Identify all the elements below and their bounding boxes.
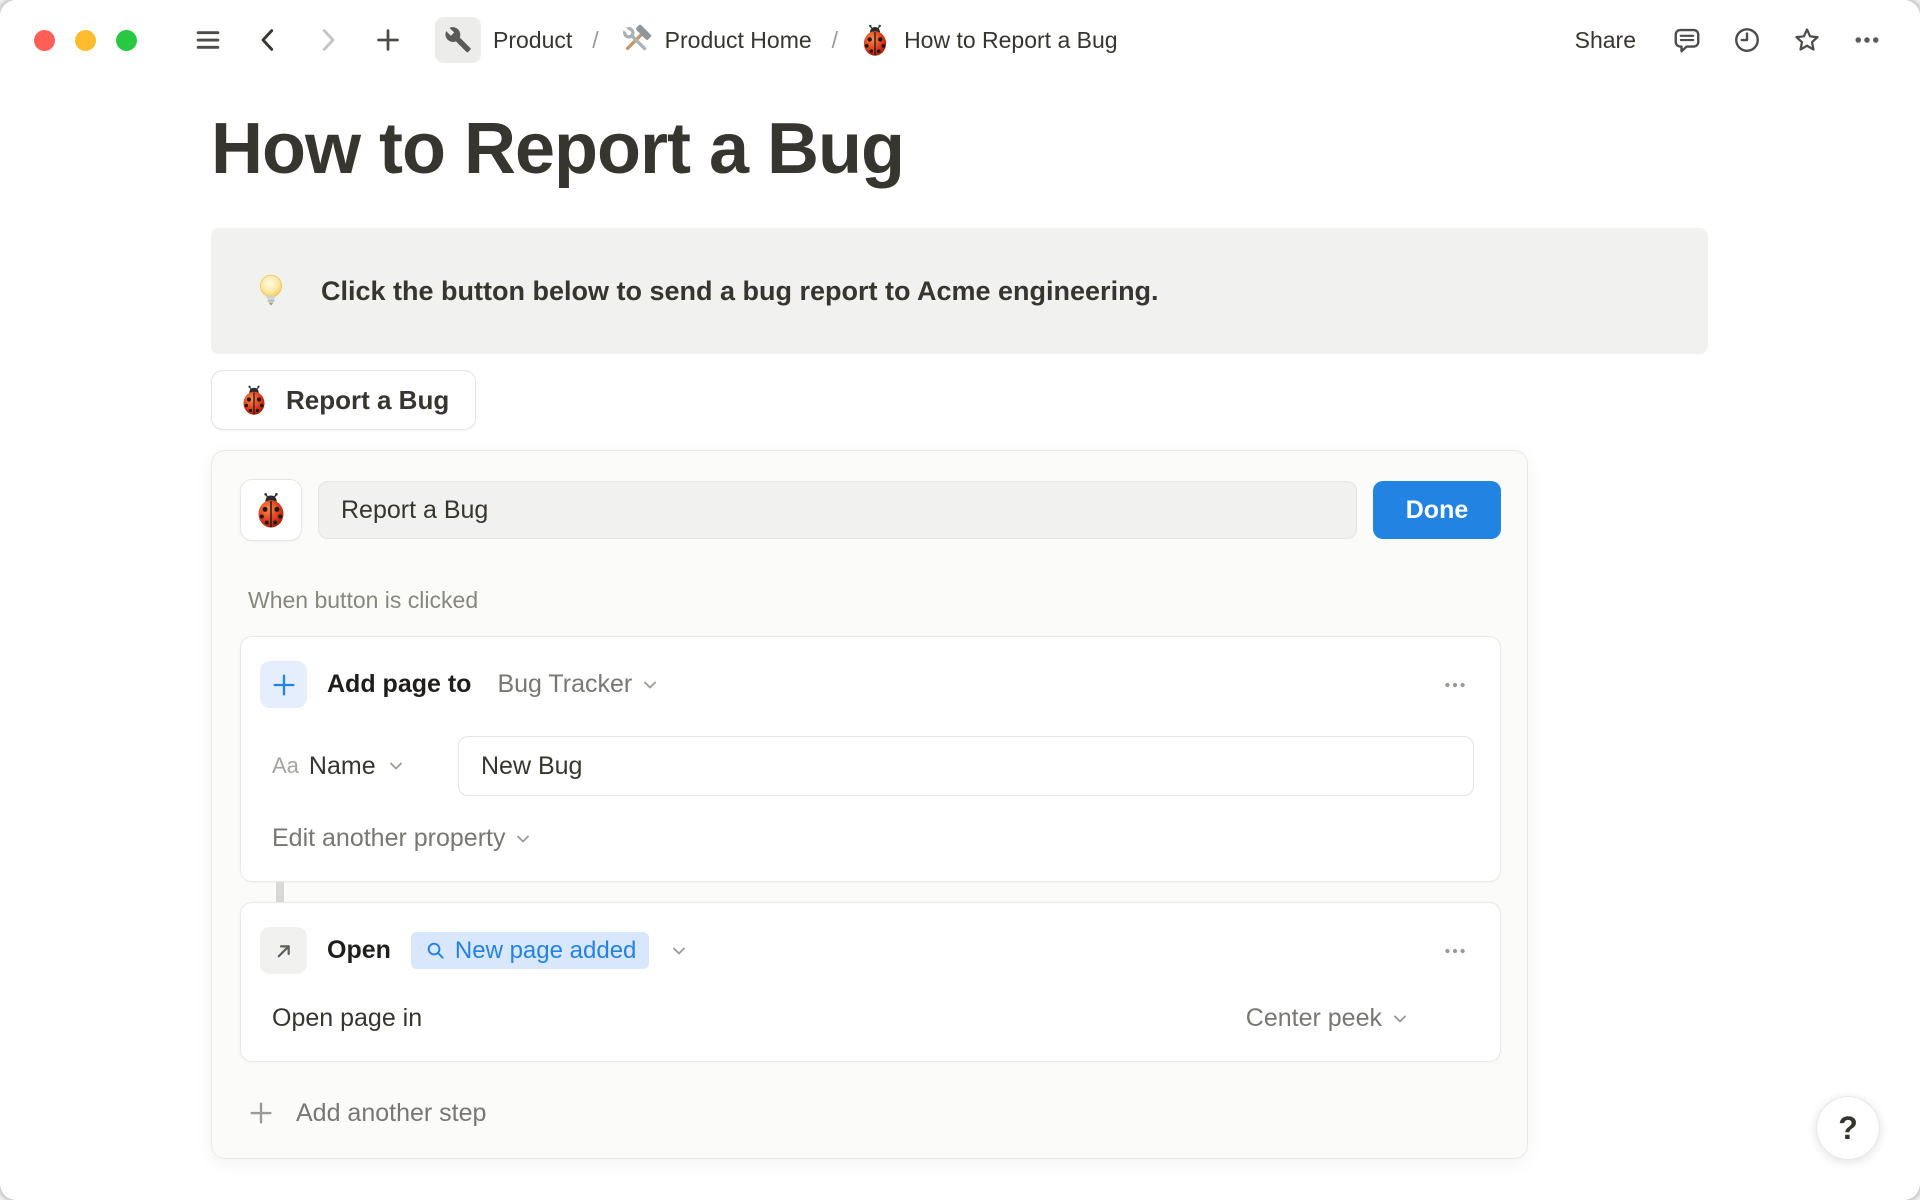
wrench-icon bbox=[435, 17, 481, 63]
breadcrumb-label: Product bbox=[493, 26, 573, 53]
edit-another-property-button[interactable]: Edit another property bbox=[260, 824, 533, 853]
history-button[interactable] bbox=[1724, 17, 1770, 63]
add-another-step-label: Add another step bbox=[296, 1098, 487, 1127]
plus-icon bbox=[250, 1102, 272, 1124]
open-page-in-row: Open page in Center peek bbox=[260, 1004, 1474, 1033]
open-mode-selector[interactable]: Center peek bbox=[1246, 1004, 1410, 1033]
ladybug-icon bbox=[252, 491, 290, 529]
ladybug-icon bbox=[238, 384, 270, 416]
more-options-button[interactable] bbox=[1844, 17, 1890, 63]
favorite-button[interactable] bbox=[1784, 17, 1830, 63]
breadcrumb: Product / Product Home / How to Report a… bbox=[427, 13, 1126, 67]
back-button[interactable] bbox=[245, 17, 291, 63]
breadcrumb-item-how-to-report-a-bug[interactable]: How to Report a Bug bbox=[850, 19, 1126, 61]
share-button[interactable]: Share bbox=[1561, 19, 1650, 62]
ellipsis-icon bbox=[1442, 938, 1468, 964]
hammer-wrench-icon bbox=[619, 23, 653, 57]
property-selector[interactable]: Aa Name bbox=[260, 752, 458, 781]
ladybug-icon bbox=[858, 23, 892, 57]
property-row: Aa Name bbox=[260, 736, 1474, 796]
document-body: How to Report a Bug Click the button bel… bbox=[0, 108, 1920, 1159]
chevron-down-icon[interactable] bbox=[669, 941, 689, 961]
add-another-step-button[interactable]: Add another step bbox=[240, 1098, 486, 1128]
button-icon-picker[interactable] bbox=[240, 479, 302, 541]
breadcrumb-item-product-home[interactable]: Product Home bbox=[611, 19, 820, 61]
property-value-input[interactable] bbox=[458, 736, 1474, 796]
breadcrumb-label: How to Report a Bug bbox=[904, 26, 1118, 53]
breadcrumb-separator: / bbox=[592, 26, 599, 53]
step-title: Add page to bbox=[327, 670, 472, 698]
open-mode-value: Center peek bbox=[1245, 1004, 1382, 1032]
step-more-button[interactable] bbox=[1436, 934, 1474, 968]
zoom-window-button[interactable] bbox=[116, 29, 137, 51]
star-icon bbox=[1795, 28, 1819, 51]
chevron-down-icon bbox=[386, 756, 406, 776]
page-title: How to Report a Bug bbox=[211, 109, 905, 189]
chevron-right-icon bbox=[322, 29, 335, 51]
hamburger-icon bbox=[196, 31, 220, 49]
new-page-button[interactable] bbox=[365, 17, 411, 63]
edit-another-property-label: Edit another property bbox=[272, 824, 506, 852]
arrow-up-right-icon bbox=[277, 944, 290, 957]
callout-text: Click the button below to send a bug rep… bbox=[321, 275, 1159, 306]
search-icon bbox=[427, 942, 444, 959]
open-target-chip-label: New page added bbox=[454, 936, 637, 964]
clock-icon bbox=[1735, 28, 1759, 52]
chevron-left-icon bbox=[261, 29, 274, 51]
breadcrumb-item-product[interactable]: Product bbox=[427, 13, 580, 67]
chevron-down-icon bbox=[513, 829, 533, 849]
step-connector bbox=[276, 882, 284, 902]
sidebar-menu-button[interactable] bbox=[185, 17, 231, 63]
chevron-down-icon bbox=[1390, 1009, 1410, 1029]
step-card-open-page: Open New page added Open page in Center … bbox=[240, 902, 1501, 1062]
open-target-chip[interactable]: New page added bbox=[410, 932, 650, 969]
top-bar: Product / Product Home / How to Report a… bbox=[0, 0, 1920, 80]
lightbulb-icon bbox=[251, 271, 291, 311]
forward-button[interactable] bbox=[305, 17, 351, 63]
open-page-step-badge bbox=[260, 927, 307, 974]
target-database-label: Bug Tracker bbox=[497, 670, 633, 698]
comments-button[interactable] bbox=[1664, 17, 1710, 63]
chevron-down-icon bbox=[640, 675, 660, 695]
done-button[interactable]: Done bbox=[1373, 481, 1501, 539]
target-database-selector[interactable]: Bug Tracker bbox=[491, 666, 666, 703]
plus-icon bbox=[377, 29, 399, 51]
add-page-step-badge bbox=[260, 661, 307, 708]
ellipsis-icon bbox=[1442, 672, 1468, 698]
ellipsis-icon bbox=[1855, 37, 1879, 43]
text-property-type-icon: Aa bbox=[272, 753, 299, 778]
property-name: Name bbox=[308, 751, 376, 780]
app-window: Product / Product Home / How to Report a… bbox=[0, 0, 1920, 1200]
window-controls bbox=[34, 29, 137, 51]
plus-icon bbox=[273, 674, 294, 695]
step-title: Open bbox=[327, 936, 391, 964]
comment-icon bbox=[1674, 28, 1700, 53]
step-more-button[interactable] bbox=[1436, 668, 1474, 702]
open-page-in-label: Open page in bbox=[272, 1004, 423, 1032]
callout-block: Click the button below to send a bug rep… bbox=[211, 228, 1708, 354]
breadcrumb-label: Product Home bbox=[664, 26, 812, 53]
report-a-bug-button[interactable]: Report a Bug bbox=[211, 370, 477, 430]
button-name-input[interactable] bbox=[318, 481, 1357, 539]
close-window-button[interactable] bbox=[34, 29, 55, 51]
minimize-window-button[interactable] bbox=[75, 29, 96, 51]
trigger-label: When button is clicked bbox=[248, 587, 479, 613]
report-a-bug-button-label: Report a Bug bbox=[286, 384, 450, 415]
step-card-add-page: Add page to Bug Tracker Aa Name New Bug … bbox=[240, 636, 1501, 882]
button-editor-panel: Done When button is clicked Add page to … bbox=[211, 450, 1528, 1159]
breadcrumb-separator: / bbox=[831, 26, 839, 53]
help-button[interactable]: ? bbox=[1816, 1096, 1880, 1160]
